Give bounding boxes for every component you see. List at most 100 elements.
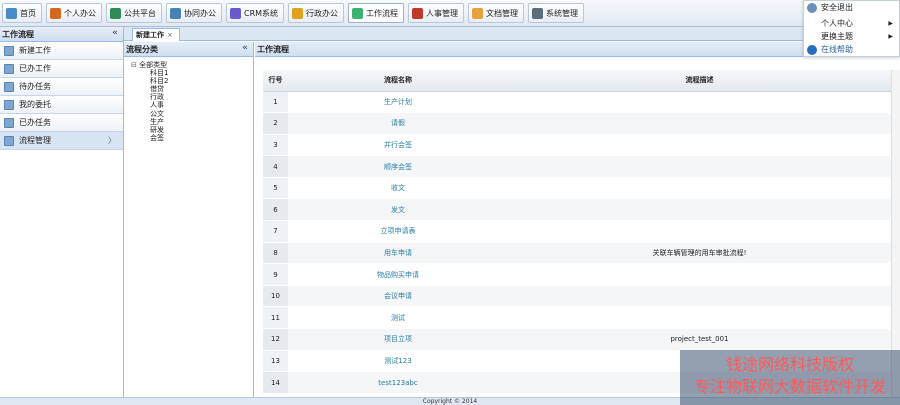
process-desc xyxy=(508,91,891,114)
logout-icon xyxy=(807,2,817,13)
table-row[interactable]: 6 发文 xyxy=(263,198,891,222)
sidebar-item-done-work[interactable]: 已办工作 xyxy=(0,60,123,78)
help-item[interactable]: 在线帮助 xyxy=(804,43,899,56)
tree-item[interactable]: 研发 xyxy=(131,126,253,134)
chevron-right-icon: 〉 xyxy=(108,136,116,145)
table-row[interactable]: 9 物品购买申请 xyxy=(263,263,891,286)
sidebar-item-todo-tasks[interactable]: 待办任务 xyxy=(0,78,123,96)
tree-item[interactable]: 公文 xyxy=(131,110,253,118)
process-desc xyxy=(508,112,891,135)
table-row[interactable]: 12 项目立项 project_test_001 xyxy=(263,328,891,351)
table-row[interactable]: 11 测试 xyxy=(263,306,891,330)
sidebar-header: 工作流程 « xyxy=(0,27,123,42)
tree-root[interactable]: 全部类型 xyxy=(131,61,253,69)
row-number: 2 xyxy=(263,112,288,135)
sidebar-item-process-management[interactable]: 流程管理〉 xyxy=(0,132,123,150)
process-name-link[interactable]: 生产计划 xyxy=(288,91,508,114)
tree-item[interactable]: 科目1 xyxy=(131,69,253,77)
nav-public-platform[interactable]: 公共平台 xyxy=(106,3,162,23)
row-number: 11 xyxy=(263,306,288,330)
row-number: 5 xyxy=(263,177,288,200)
collapse-icon[interactable]: « xyxy=(112,28,118,38)
done-work-icon xyxy=(4,63,14,74)
todo-icon xyxy=(4,81,14,92)
nav-system[interactable]: 系统管理 xyxy=(528,3,585,23)
submenu-arrow-icon: ▶ xyxy=(888,33,893,40)
process-desc xyxy=(508,134,891,157)
help-icon xyxy=(807,44,817,55)
row-number: 10 xyxy=(263,285,288,308)
nav-hr[interactable]: 人事管理 xyxy=(408,3,465,23)
process-name-link[interactable]: 请假 xyxy=(288,112,508,135)
user-icon xyxy=(412,7,424,19)
nav-personal-office[interactable]: 个人办公 xyxy=(46,3,102,23)
submenu-arrow-icon: ▶ xyxy=(888,20,893,27)
process-name-link[interactable]: 并行会签 xyxy=(288,134,508,157)
process-desc xyxy=(508,177,891,200)
process-list-panel: 工作流程 行号 流程名称 流程描述 1 生产计划 2 请假 3 并行会签 4 顺序会签 … xyxy=(255,42,900,397)
column-header-row-number[interactable]: 行号 xyxy=(263,70,288,92)
tab-new-work[interactable]: 新建工作 × xyxy=(132,28,180,41)
table-row[interactable]: 2 请假 xyxy=(263,112,891,135)
chart-icon xyxy=(230,7,241,19)
process-table: 行号 流程名称 流程描述 1 生产计划 2 请假 3 并行会签 4 顺序会签 5 收文 6… xyxy=(263,70,891,394)
category-panel: 流程分类 « 全部类型 科目1 科目2 借贷 行政 人事 公文 生产 研发 会签 xyxy=(124,42,254,397)
process-name-link[interactable]: test123abc xyxy=(288,371,508,394)
process-name-link[interactable]: 测试 xyxy=(288,306,508,330)
table-row[interactable]: 7 立项申请表 xyxy=(263,220,891,243)
tree-item[interactable]: 会签 xyxy=(131,134,253,142)
nav-collaboration[interactable]: 协同办公 xyxy=(166,3,222,23)
person-icon xyxy=(50,7,61,19)
tools-icon xyxy=(352,7,364,19)
user-menu: 安全退出 个人中心 ▶ 更换主题 ▶ 在线帮助 xyxy=(803,0,900,57)
sidebar-item-new-work[interactable]: 新建工作 xyxy=(0,42,123,60)
nav-documents[interactable]: 文档管理 xyxy=(468,3,525,23)
table-row[interactable]: 10 会议申请 xyxy=(263,285,891,308)
process-desc xyxy=(508,198,891,222)
table-row[interactable]: 5 收文 xyxy=(263,177,891,200)
sidebar-item-delegations[interactable]: 我的委托 xyxy=(0,96,123,114)
process-table-wrap: 行号 流程名称 流程描述 1 生产计划 2 请假 3 并行会签 4 顺序会签 5 收文 6… xyxy=(263,70,891,397)
close-icon[interactable]: × xyxy=(167,31,173,39)
process-desc xyxy=(508,306,891,330)
monitor-icon xyxy=(110,7,121,19)
nav-crm[interactable]: CRM系统 xyxy=(226,3,285,23)
process-name-link[interactable]: 顺序会签 xyxy=(288,155,508,178)
delegate-icon xyxy=(4,99,14,110)
home-icon xyxy=(6,7,17,19)
change-theme-item[interactable]: 更换主题 ▶ xyxy=(804,30,899,43)
table-row[interactable]: 4 顺序会签 xyxy=(263,155,891,178)
new-work-icon xyxy=(4,45,14,56)
process-desc xyxy=(508,155,891,178)
collapse-icon[interactable]: « xyxy=(242,43,248,53)
sidebar-item-done-tasks[interactable]: 已办任务 xyxy=(0,114,123,132)
process-name-link[interactable]: 会议申请 xyxy=(288,285,508,308)
process-name-link[interactable]: 立项申请表 xyxy=(288,220,508,243)
table-row[interactable]: 3 并行会签 xyxy=(263,134,891,157)
tree-item[interactable]: 生产 xyxy=(131,118,253,126)
row-number: 8 xyxy=(263,242,288,265)
watermark-line1: 钱途网络科技版权 xyxy=(725,355,854,374)
column-header-process-name[interactable]: 流程名称 xyxy=(288,70,508,92)
vertical-scrollbar[interactable] xyxy=(891,70,900,397)
process-desc xyxy=(508,285,891,308)
column-header-process-desc[interactable]: 流程描述 xyxy=(508,70,891,92)
table-row[interactable]: 8 用车申请 关联车辆管理的用车审批流程! xyxy=(263,242,891,265)
process-name-link[interactable]: 物品购买申请 xyxy=(288,263,508,286)
process-name-link[interactable]: 收文 xyxy=(288,177,508,200)
process-name-link[interactable]: 发文 xyxy=(288,198,508,222)
nav-home[interactable]: 首页 xyxy=(2,3,42,23)
settings-icon xyxy=(532,7,544,19)
nav-admin-office[interactable]: 行政办公 xyxy=(288,3,345,23)
logout-item[interactable]: 安全退出 xyxy=(804,1,899,14)
process-desc xyxy=(508,263,891,286)
process-name-link[interactable]: 项目立项 xyxy=(288,328,508,351)
tree-item[interactable]: 人事 xyxy=(131,101,253,109)
watermark: 钱途网络科技版权 专注物联网大数据软件开发 xyxy=(680,350,900,405)
nav-workflow[interactable]: 工作流程 xyxy=(348,3,405,23)
process-name-link[interactable]: 用车申请 xyxy=(288,242,508,265)
personal-center-item[interactable]: 个人中心 ▶ xyxy=(804,17,899,30)
table-row[interactable]: 1 生产计划 xyxy=(263,91,891,114)
process-name-link[interactable]: 测试123 xyxy=(288,350,508,373)
row-number: 9 xyxy=(263,263,288,286)
